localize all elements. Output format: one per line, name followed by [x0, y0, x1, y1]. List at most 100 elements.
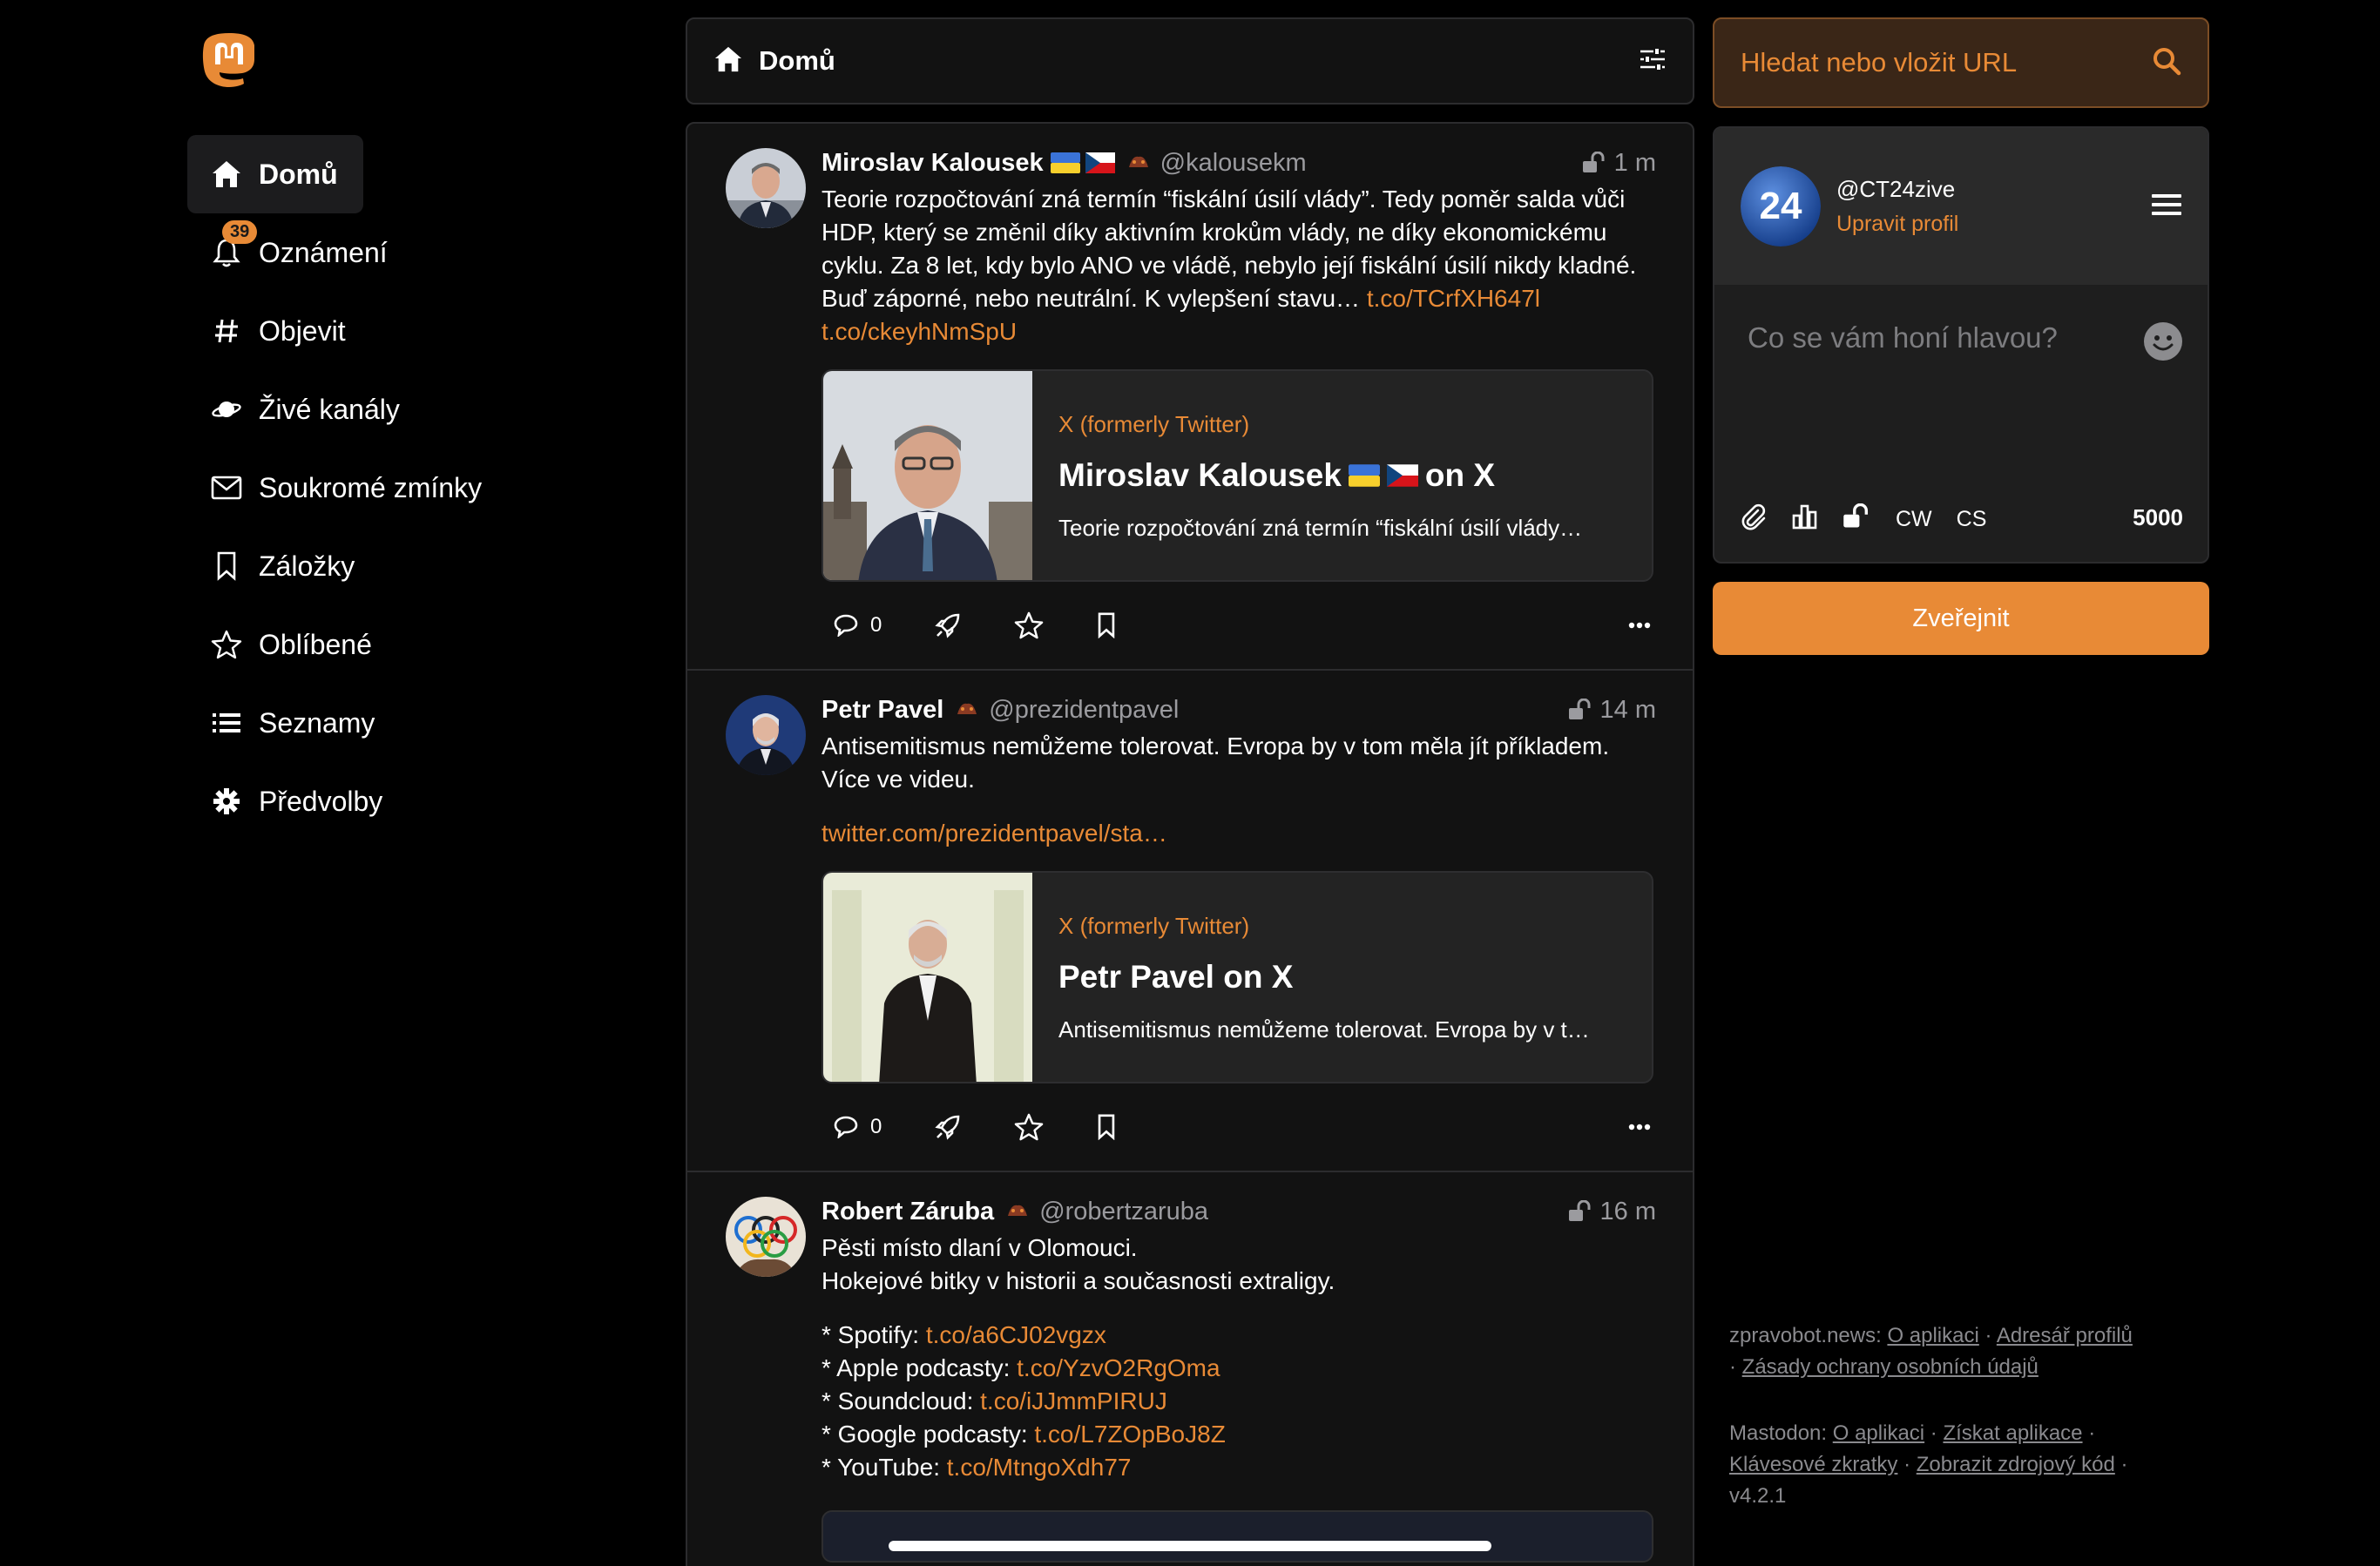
- status-post[interactable]: Petr Pavel @prezidentpavel 14 m Antisemi…: [687, 671, 1693, 1172]
- nav-item-private-mentions[interactable]: Soukromé zmínky: [187, 449, 640, 527]
- nav-item-favourites[interactable]: Oblíbené: [187, 605, 640, 684]
- search-input[interactable]: [1741, 47, 2152, 78]
- status-text-line: Hokejové bitky v historii a současnosti …: [822, 1267, 1335, 1294]
- mastodon-logo[interactable]: [200, 31, 258, 91]
- favourite-button[interactable]: [1014, 1113, 1044, 1141]
- search-icon[interactable]: [2152, 46, 2181, 80]
- link-preview-card[interactable]: X (formerly Twitter) Miroslav Kalousek o…: [822, 369, 1653, 582]
- more-options-button[interactable]: [1628, 618, 1651, 633]
- status-link[interactable]: t.co/YzvO2RgOma: [1017, 1354, 1220, 1381]
- get-apps-link[interactable]: Získat aplikace: [1943, 1421, 2082, 1445]
- about-link[interactable]: O aplikaci: [1887, 1324, 1978, 1347]
- publish-button[interactable]: Zveřejnit: [1713, 582, 2209, 655]
- nav-item-notifications[interactable]: 39 Oznámení: [187, 213, 640, 292]
- account-handle[interactable]: @kalousekm: [1160, 149, 1307, 178]
- post-time[interactable]: 16 m: [1567, 1198, 1656, 1226]
- reply-icon: [834, 1116, 858, 1138]
- nav-item-label: Oznámení: [259, 236, 388, 268]
- relative-time: 16 m: [1599, 1197, 1656, 1225]
- list-icon: [208, 705, 245, 741]
- link-preview-card[interactable]: X (formerly Twitter) Petr Pavel on X Ant…: [822, 871, 1653, 1083]
- column-settings-icon[interactable]: [1639, 46, 1667, 77]
- nav-item-live-feeds[interactable]: Živé kanály: [187, 370, 640, 449]
- source-code-link[interactable]: Zobrazit zdrojový kód: [1917, 1453, 2115, 1476]
- status-link[interactable]: twitter.com/prezidentpavel/sta…: [822, 820, 1167, 847]
- nav-item-explore[interactable]: Objevit: [187, 292, 640, 370]
- link-preview-card[interactable]: [822, 1510, 1653, 1563]
- ukraine-flag-icon: [1348, 464, 1380, 487]
- status-link[interactable]: t.co/a6CJ02vgzx: [926, 1321, 1106, 1348]
- main-navigation: Domů 39 Oznámení Objevit Živé kanály Sou…: [187, 135, 640, 840]
- scrollbar[interactable]: [889, 1541, 1491, 1551]
- poll-icon[interactable]: [1791, 503, 1817, 536]
- nav-item-home[interactable]: Domů: [187, 135, 363, 213]
- more-options-button[interactable]: [1628, 1119, 1651, 1135]
- reply-button[interactable]: 0: [834, 613, 882, 638]
- status-post[interactable]: Robert Záruba @robertzaruba 16 m Pěsti m…: [687, 1172, 1693, 1563]
- nav-item-lists[interactable]: Seznamy: [187, 684, 640, 762]
- nav-item-bookmarks[interactable]: Záložky: [187, 527, 640, 605]
- home-icon: [713, 45, 743, 78]
- nav-item-label: Živé kanály: [259, 393, 400, 425]
- rocket-icon: [935, 1115, 960, 1140]
- bookmark-button[interactable]: [1096, 612, 1117, 638]
- display-name[interactable]: Robert Záruba: [822, 1198, 994, 1226]
- star-icon: [1015, 611, 1044, 639]
- account-handle[interactable]: @CT24zive: [1836, 176, 1958, 203]
- unlock-icon: [1568, 1200, 1591, 1221]
- status-post[interactable]: Miroslav Kalousek @kalousekm 1 m Teorie …: [687, 124, 1693, 671]
- language-button[interactable]: CS: [1957, 507, 1987, 532]
- content-warning-button[interactable]: CW: [1896, 507, 1932, 532]
- visibility-unlock-icon[interactable]: [1842, 503, 1871, 536]
- status-content: Pěsti místo dlaní v Olomouci. Hokejové b…: [822, 1232, 1656, 1484]
- status-link[interactable]: t.co/TCrfXH647l: [1367, 285, 1540, 312]
- nav-item-label: Soukromé zmínky: [259, 471, 483, 503]
- character-counter: 5000: [2133, 504, 2183, 530]
- privacy-policy-link[interactable]: Zásady ochrany osobních údajů: [1742, 1355, 2039, 1379]
- display-name[interactable]: Petr Pavel: [822, 696, 943, 725]
- status-link[interactable]: t.co/iJJmmPIRUJ: [980, 1387, 1167, 1414]
- avatar[interactable]: 24: [1741, 166, 1821, 246]
- bookmark-button[interactable]: [1096, 1114, 1117, 1140]
- status-link[interactable]: t.co/MtngoXdh77: [947, 1454, 1132, 1481]
- link-label: * Soundcloud:: [822, 1387, 981, 1414]
- link-label: * Apple podcasty:: [822, 1354, 1018, 1381]
- boost-button[interactable]: [934, 1113, 962, 1141]
- keyboard-shortcuts-link[interactable]: Klávesové zkratky: [1729, 1453, 1897, 1476]
- card-provider: X (formerly Twitter): [1058, 411, 1250, 437]
- avatar[interactable]: [726, 148, 806, 228]
- reply-button[interactable]: 0: [834, 1115, 882, 1139]
- favourite-button[interactable]: [1014, 611, 1044, 639]
- profile-directory-link[interactable]: Adresář profilů: [1997, 1324, 2133, 1347]
- bot-icon: [956, 696, 978, 725]
- compose-textarea[interactable]: [1748, 321, 2131, 426]
- account-handle[interactable]: @robertzaruba: [1039, 1198, 1208, 1226]
- paperclip-icon[interactable]: [1741, 503, 1767, 537]
- post-time[interactable]: 14 m: [1567, 696, 1656, 725]
- card-title: Miroslav Kalousek on X: [1058, 457, 1626, 494]
- post-time[interactable]: 1 m: [1581, 149, 1656, 178]
- mastodon-about-link[interactable]: O aplikaci: [1833, 1421, 1924, 1445]
- display-name[interactable]: Miroslav Kalousek: [822, 149, 1044, 178]
- nav-item-label: Objevit: [259, 314, 346, 347]
- nav-item-preferences[interactable]: Předvolby: [187, 762, 640, 840]
- boost-button[interactable]: [934, 611, 962, 639]
- nav-item-label: Záložky: [259, 550, 355, 582]
- hamburger-menu-icon[interactable]: [2152, 192, 2181, 221]
- emoji-picker-icon[interactable]: [2143, 321, 2183, 366]
- edit-profile-link[interactable]: Upravit profil: [1836, 212, 1958, 237]
- status-link[interactable]: t.co/L7ZOpBoJ8Z: [1034, 1421, 1225, 1448]
- avatar[interactable]: [726, 1197, 806, 1277]
- account-handle[interactable]: @prezidentpavel: [989, 696, 1179, 725]
- server-label: zpravobot.news:: [1729, 1324, 1882, 1347]
- nav-item-label: Seznamy: [259, 706, 375, 739]
- footer-links: zpravobot.news: O aplikaci · Adresář pro…: [1729, 1324, 2133, 1508]
- status-link[interactable]: t.co/ckeyhNmSpU: [822, 318, 1017, 345]
- link-label: * YouTube:: [822, 1454, 947, 1481]
- card-title-suffix: on X: [1424, 457, 1496, 493]
- search-bar: [1713, 17, 2209, 108]
- bookmark-icon: [208, 548, 245, 584]
- planet-icon: [208, 391, 245, 428]
- avatar[interactable]: [726, 695, 806, 775]
- card-provider: X (formerly Twitter): [1058, 913, 1250, 939]
